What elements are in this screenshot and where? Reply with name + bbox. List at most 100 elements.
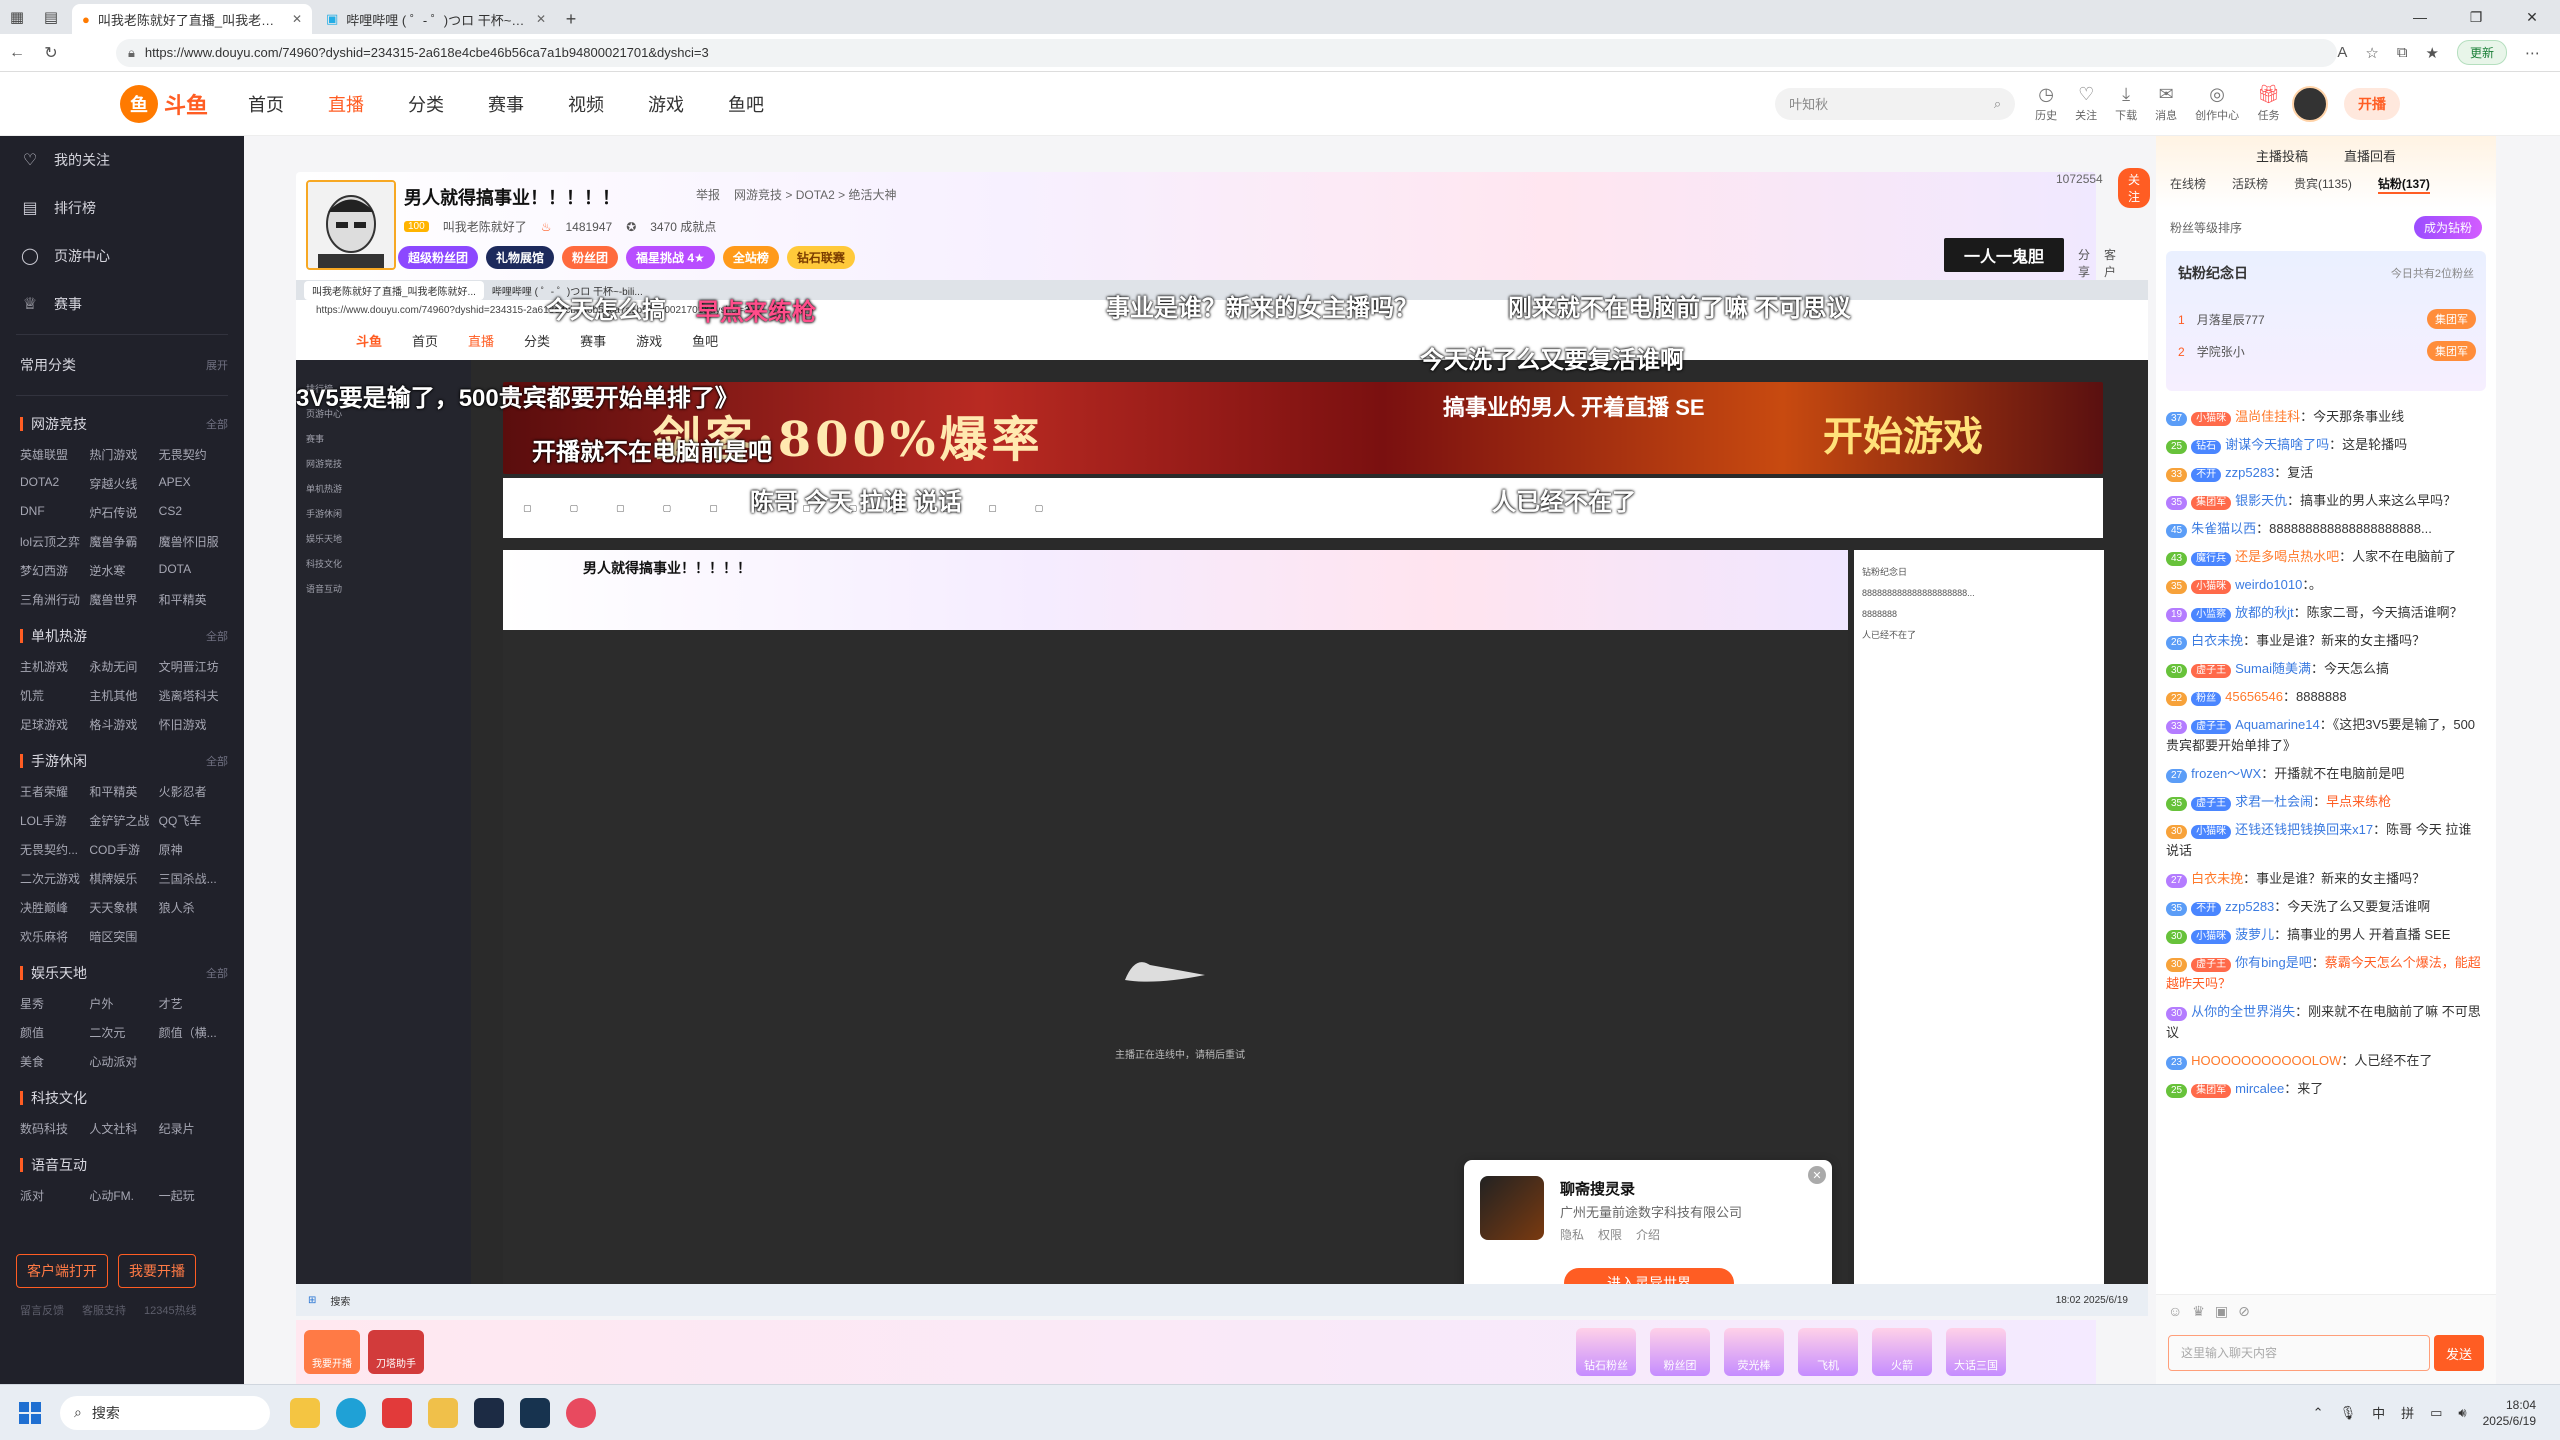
chat-username[interactable]: zzp5283 <box>2225 465 2274 480</box>
emoji-icon[interactable]: ☺ <box>2168 1303 2182 1320</box>
fan-badge[interactable]: 钻石 <box>2191 440 2222 454</box>
send-button[interactable]: 发送 <box>2434 1335 2484 1371</box>
nav-games[interactable]: 游戏 <box>648 91 684 117</box>
chat-username[interactable]: weirdo1010 <box>2235 577 2302 592</box>
fan-badge[interactable]: 粉丝 <box>2191 692 2222 706</box>
sidebar-category-item[interactable]: LOL手游 <box>20 812 89 829</box>
sidebar-category-item[interactable]: COD手游 <box>89 841 158 858</box>
chat-username[interactable]: frozen～WX <box>2191 766 2261 781</box>
gift-dota-helper[interactable]: 刀塔助手 <box>368 1330 424 1374</box>
start-stream-button[interactable]: 我要开播 <box>118 1254 196 1288</box>
sidebar-category-item[interactable]: DOTA <box>159 562 228 579</box>
client-open-button[interactable]: 客户端打开 <box>16 1254 108 1288</box>
minimize-icon[interactable]: — <box>2392 0 2448 34</box>
sidebar-category-item[interactable]: 狼人杀 <box>159 899 228 916</box>
app-icon-red[interactable] <box>382 1397 412 1428</box>
gift-item[interactable]: 大话三国 <box>1946 1328 2006 1376</box>
close-tab-icon[interactable]: ✕ <box>536 12 546 26</box>
chat-username[interactable]: 还钱还钱把钱换回来x17 <box>2235 822 2373 837</box>
search-icon[interactable]: ⌕ <box>1994 96 2001 112</box>
footer-support[interactable]: 客服支持 <box>82 1302 126 1318</box>
chat-username[interactable]: 求君一杜会闹 <box>2235 794 2313 809</box>
taskbar-search[interactable]: ⌕ 搜索 <box>60 1395 270 1430</box>
chat-username[interactable]: zzp5283 <box>2225 899 2274 914</box>
follow-button[interactable]: ♡ 关注 <box>2075 84 2097 123</box>
sidebar-category-item[interactable]: 魔兽怀旧服 <box>159 533 228 550</box>
nav-home[interactable]: 首页 <box>248 91 284 117</box>
tag-gift-hall[interactable]: 礼物展馆 <box>486 246 555 269</box>
block-icon[interactable]: ⊘ <box>2238 1303 2250 1320</box>
fan-badge[interactable]: 集团军 <box>2191 1084 2232 1098</box>
sidebar-category-item[interactable]: 棋牌娱乐 <box>89 870 158 887</box>
sidebar-category-item[interactable]: DNF <box>20 504 89 521</box>
download-button[interactable]: ⤓ 下载 <box>2115 84 2137 123</box>
nav-category[interactable]: 分类 <box>408 91 444 117</box>
sidebar-category-item[interactable]: 主机其他 <box>89 687 158 704</box>
sidebar-category-item[interactable]: QQ飞车 <box>159 812 228 829</box>
sidebar-item-follow[interactable]: ♡ 我的关注 <box>0 136 244 184</box>
footer-feedback[interactable]: 留言反馈 <box>20 1302 64 1318</box>
tab-diamond-fans[interactable]: 钻粉(137) <box>2377 175 2430 194</box>
fan-badge[interactable]: 虚子王 <box>2191 958 2232 972</box>
refresh-icon[interactable]: ↻ <box>34 43 68 63</box>
chat-username[interactable]: 你有bing是吧 <box>2235 955 2312 970</box>
fan-badge[interactable]: 小猫咪 <box>2191 412 2232 426</box>
streamer-name[interactable]: 叫我老陈就好了 <box>443 218 527 235</box>
stream-video[interactable]: 叫我老陈就好了直播_叫我老陈就好... 哔哩哔哩 ( ゜- ゜)つロ 干杯~-b… <box>296 280 2148 1316</box>
address-bar[interactable]: 🔒︎ https://www.douyu.com/74960?dyshid=23… <box>116 38 2338 67</box>
barrage-icon[interactable]: ▣ <box>2215 1303 2228 1320</box>
sidebar-category-item[interactable]: 梦幻西游 <box>20 562 89 579</box>
history-button[interactable]: ◷ 历史 <box>2035 84 2057 123</box>
fan-badge[interactable]: 魔行兵 <box>2191 552 2232 566</box>
tag-lucky-challenge[interactable]: 福星挑战 4★ <box>626 246 715 269</box>
sidebar-category-item[interactable]: 人文社科 <box>89 1120 158 1137</box>
favorite-star-icon[interactable]: ☆ <box>2365 44 2378 62</box>
sidebar-category-item[interactable]: 王者荣耀 <box>20 783 89 800</box>
sidebar-category-item[interactable]: 二次元 <box>89 1024 158 1041</box>
chat-username[interactable]: 放都的秋jt <box>2235 605 2294 620</box>
fan-badge[interactable]: 集团军 <box>2191 496 2232 510</box>
search-input[interactable]: 叶知秋 ⌕ <box>1775 87 2016 120</box>
fan-badge[interactable]: 小猫咪 <box>2191 580 2232 594</box>
clock[interactable]: 18:04 2025/6/19 <box>2483 1397 2536 1429</box>
sidebar-category-item[interactable]: 数码科技 <box>20 1120 89 1137</box>
chat-username[interactable]: Sumai随美满 <box>2235 661 2311 676</box>
chat-username[interactable]: 45656546 <box>2225 689 2283 704</box>
window-menu-icon[interactable]: ▦ <box>0 0 34 34</box>
sidebar-category-item[interactable]: 美食 <box>20 1053 89 1070</box>
sidebar-category-item[interactable]: 饥荒 <box>20 687 89 704</box>
popup-intro-link[interactable]: 介绍 <box>1636 1226 1660 1243</box>
chat-username[interactable]: HOOOOOOOOOOOLOW <box>2191 1053 2341 1068</box>
gift-item[interactable]: 火箭 <box>1872 1328 1932 1376</box>
network-icon[interactable]: ▭ <box>2430 1405 2442 1421</box>
gift-item[interactable]: 粉丝团 <box>1650 1328 1710 1376</box>
browser-tab-douyu[interactable]: ● 叫我老陈就好了直播_叫我老陈就好了视频直播 - 斗鱼直播 ✕ <box>72 4 312 34</box>
browser-tab-bilibili[interactable]: ▣ 哔哩哔哩 ( ゜- ゜)つロ 干杯~-bilibili ✕ <box>316 4 556 34</box>
open-live-button[interactable]: 开播 <box>2344 87 2400 120</box>
sidebar-category-item[interactable]: CS2 <box>159 504 228 521</box>
tag-fan-club[interactable]: 粉丝团 <box>562 246 619 269</box>
sidebar-category-item[interactable]: 火影忍者 <box>159 783 228 800</box>
gift-item[interactable]: 飞机 <box>1798 1328 1858 1376</box>
sidebar-category-item[interactable]: 才艺 <box>159 995 228 1012</box>
sidebar-category-item[interactable]: 和平精英 <box>159 591 228 608</box>
sidebar-category-item[interactable]: APEX <box>159 475 228 492</box>
rank-sort-label[interactable]: 粉丝等级排序 <box>2170 219 2242 236</box>
tag-diamond-league[interactable]: 钻石联赛 <box>786 246 855 269</box>
sidebar-category-item[interactable]: 主机游戏 <box>20 658 89 675</box>
steam-icon[interactable] <box>474 1397 504 1428</box>
nav-events[interactable]: 赛事 <box>488 91 524 117</box>
sidebar-category-item[interactable]: lol云顶之弈 <box>20 533 89 550</box>
tab-active[interactable]: 活跃榜 <box>2232 175 2268 194</box>
nav-yuba[interactable]: 鱼吧 <box>728 91 764 117</box>
fan-badge[interactable]: 虚子王 <box>2191 664 2232 678</box>
sidebar-category-item[interactable]: 原神 <box>159 841 228 858</box>
streamer-submit-link[interactable]: 主播投稿 <box>2256 146 2308 165</box>
chat-username[interactable]: 还是多喝点热水吧 <box>2235 549 2339 564</box>
sidebar-category-item[interactable]: 一起玩 <box>159 1187 228 1204</box>
file-explorer-icon[interactable] <box>290 1397 320 1428</box>
tab-actions-icon[interactable]: ▤ <box>34 0 68 34</box>
room-category[interactable]: 网游竞技 > DOTA2 > 绝活大神 <box>734 186 896 203</box>
chat-username[interactable]: 白衣未挽 <box>2191 633 2243 648</box>
sidebar-category-item[interactable]: 决胜巅峰 <box>20 899 89 916</box>
